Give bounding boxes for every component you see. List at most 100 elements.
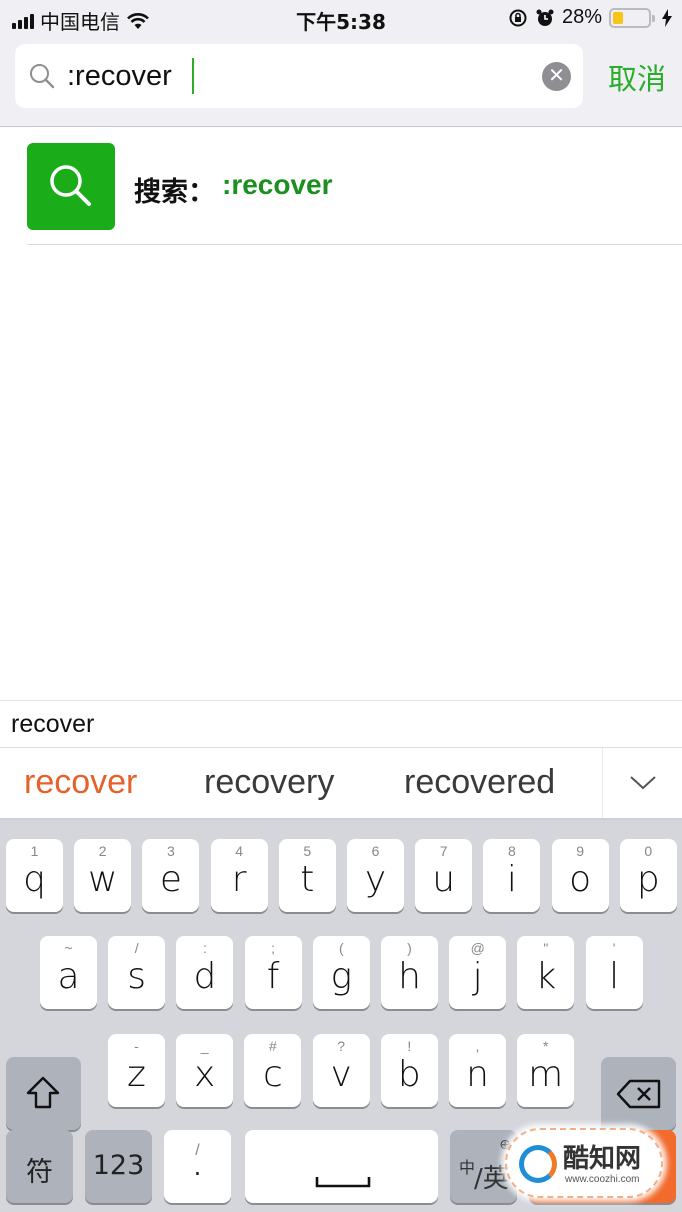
key-hint: 1 bbox=[30, 843, 39, 859]
watermark: 酷知网 www.coozhi.com bbox=[505, 1128, 663, 1198]
candidate-item[interactable]: recover bbox=[24, 763, 137, 802]
key-label: o bbox=[569, 859, 592, 900]
key-hint: ! bbox=[407, 1038, 412, 1054]
key-hint: ? bbox=[337, 1038, 345, 1054]
key-label: e bbox=[159, 859, 182, 900]
text-caret bbox=[192, 58, 194, 94]
key-i[interactable]: 8i bbox=[483, 839, 541, 912]
key-u[interactable]: 7u bbox=[415, 839, 473, 912]
key-hint: ' bbox=[612, 940, 616, 956]
key-label: t bbox=[300, 859, 315, 900]
key-m[interactable]: * m bbox=[517, 1034, 575, 1107]
key-label: s bbox=[127, 956, 147, 997]
battery-percent: 28% bbox=[561, 6, 602, 28]
shift-key[interactable] bbox=[6, 1057, 81, 1130]
key-label: b bbox=[397, 1054, 421, 1095]
key-y[interactable]: 6y bbox=[347, 839, 404, 912]
key-hint: " bbox=[543, 940, 549, 956]
chevron-down-icon bbox=[630, 776, 656, 790]
key-a[interactable]: ~ a bbox=[40, 936, 97, 1009]
key-label: v bbox=[330, 1054, 352, 1095]
key-hint: @ bbox=[470, 940, 485, 956]
key-label: x bbox=[194, 1054, 216, 1095]
key-label: i bbox=[506, 859, 517, 900]
key-label: m bbox=[528, 1054, 564, 1095]
search-suggestion-row[interactable]: 搜索： :recover bbox=[0, 128, 682, 245]
key-hint: 0 bbox=[644, 843, 653, 859]
key-label: q bbox=[23, 859, 46, 900]
numbers-key[interactable]: 123 bbox=[85, 1130, 152, 1203]
key-n[interactable]: ,n bbox=[449, 1034, 506, 1107]
key-q[interactable]: 1q bbox=[6, 839, 63, 912]
delete-key[interactable] bbox=[601, 1057, 676, 1130]
key-hint: 2 bbox=[98, 843, 107, 859]
key-label: n bbox=[466, 1054, 489, 1095]
key-label: l bbox=[609, 956, 620, 997]
key-label: w bbox=[87, 859, 118, 900]
key-l[interactable]: ' l bbox=[585, 936, 643, 1009]
key-h[interactable]: ) h bbox=[381, 936, 438, 1009]
key-p[interactable]: 0p bbox=[619, 839, 677, 912]
key-k[interactable]: " k bbox=[517, 936, 575, 1009]
key-label: h bbox=[398, 956, 421, 997]
key-label: u bbox=[432, 859, 456, 900]
key-z[interactable]: -z bbox=[108, 1034, 165, 1107]
punctuation-key[interactable]: / · bbox=[164, 1130, 231, 1203]
key-label: p bbox=[636, 859, 660, 900]
key-j[interactable]: @ j bbox=[449, 936, 507, 1009]
key-hint: _ bbox=[200, 1038, 209, 1054]
key-hint: / bbox=[134, 940, 139, 956]
space-key[interactable] bbox=[245, 1130, 438, 1203]
watermark-logo-icon bbox=[519, 1145, 557, 1183]
alarm-icon bbox=[536, 9, 554, 26]
search-input[interactable] bbox=[67, 56, 527, 96]
key-t[interactable]: 5t bbox=[278, 839, 336, 912]
keyboard: 1q2w3e4r5t6y7u8i9o0p ~ a / s: d; f(g) h @ j " k ' l … bbox=[0, 820, 682, 1212]
key-hint: 8 bbox=[507, 843, 516, 859]
candidate-item[interactable]: recovery bbox=[204, 763, 334, 802]
key-s[interactable]: / s bbox=[108, 936, 166, 1009]
key-v[interactable]: ? v bbox=[312, 1034, 370, 1107]
key-hint: # bbox=[268, 1038, 277, 1054]
search-icon bbox=[50, 165, 91, 206]
key-w[interactable]: 2w bbox=[74, 839, 132, 912]
key-r[interactable]: 4r bbox=[210, 839, 268, 912]
key-d[interactable]: :d bbox=[176, 936, 234, 1009]
symbols-key[interactable]: 符 bbox=[6, 1130, 73, 1203]
key-x[interactable]: _ x bbox=[176, 1034, 234, 1107]
key-c[interactable]: # c bbox=[244, 1034, 302, 1107]
key-hint: 7 bbox=[439, 843, 448, 859]
key-label: d bbox=[193, 956, 217, 997]
key-e[interactable]: 3e bbox=[142, 839, 200, 912]
search-header: ✕ 取消 bbox=[0, 38, 682, 127]
composing-text: recover bbox=[11, 710, 95, 738]
status-bar: 中国电信 下午5:38 28% bbox=[0, 0, 682, 38]
key-hint: 3 bbox=[166, 843, 175, 859]
key-label: g bbox=[330, 956, 353, 997]
search-icon bbox=[30, 64, 55, 89]
search-box[interactable]: ✕ bbox=[15, 44, 583, 108]
clear-search-button[interactable]: ✕ bbox=[542, 62, 571, 91]
key-g[interactable]: (g bbox=[312, 936, 370, 1009]
key-hint: 6 bbox=[371, 843, 380, 859]
candidate-item[interactable]: recovered bbox=[404, 763, 555, 802]
charging-icon bbox=[662, 8, 672, 27]
search-query-text: :recover bbox=[222, 169, 333, 200]
key-label: y bbox=[364, 859, 387, 900]
expand-candidates-button[interactable] bbox=[602, 748, 682, 818]
key-f[interactable]: ; f bbox=[244, 936, 302, 1009]
key-hint: ( bbox=[338, 940, 344, 956]
key-label: a bbox=[57, 956, 80, 997]
key-hint: * bbox=[542, 1038, 549, 1054]
key-label: r bbox=[231, 859, 247, 900]
cancel-button[interactable]: 取消 bbox=[608, 56, 666, 98]
ime-composing-bar: recover bbox=[0, 700, 682, 748]
battery-icon bbox=[609, 7, 655, 28]
key-label: k bbox=[535, 956, 557, 997]
key-b[interactable]: ! b bbox=[380, 1034, 438, 1107]
key-o[interactable]: 9o bbox=[551, 839, 609, 912]
key-hint: , bbox=[475, 1038, 480, 1054]
search-label: 搜索： bbox=[134, 177, 215, 208]
key-hint: ~ bbox=[64, 940, 73, 956]
backspace-icon bbox=[616, 1079, 661, 1109]
